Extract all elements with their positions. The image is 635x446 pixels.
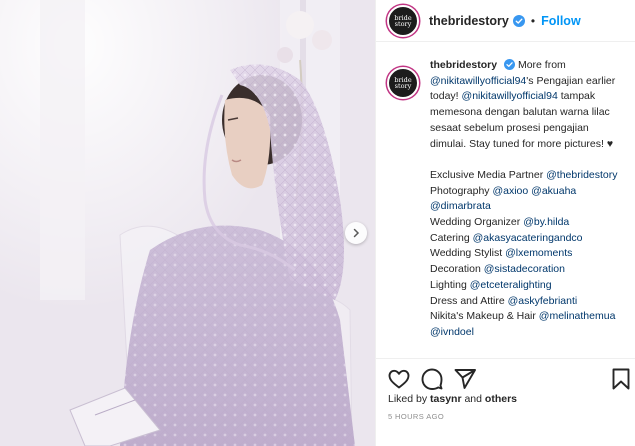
credit-label: Wedding Stylist [430,247,503,260]
caption-row: bride story thebridestory More from @nik… [387,58,635,341]
credit-line: Nikita's Makeup & Hair @melinathemua @iv… [430,309,626,340]
action-bar: Liked by tasynr and others 5 HOURS AGO [376,358,635,446]
mention-link[interactable]: @etceteralighting [470,279,552,291]
mention-link[interactable]: @akuaha [531,185,576,197]
credit-label: Dress and Attire [430,294,505,307]
comments-section[interactable]: bride story thebridestory More from @nik… [376,58,635,358]
mention-link[interactable]: @dimarbrata [430,200,491,212]
caption-username[interactable]: thebridestory [430,59,497,71]
header-username[interactable]: thebridestory [429,14,509,28]
mention-link[interactable]: @lxemoments [505,247,572,259]
credit-label: Photography [430,184,490,197]
action-icons [387,367,630,391]
caption-credits: Exclusive Media Partner @thebridestory Ph… [430,168,626,341]
carousel-next-button[interactable] [345,222,367,244]
credit-label: Nikita's Makeup & Hair [430,310,536,323]
mention-link[interactable]: @nikitawillyofficial94 [462,90,558,102]
post-timestamp[interactable]: 5 HOURS AGO [388,412,444,421]
credit-line: Wedding Stylist @lxemoments [430,246,626,262]
credit-line: Exclusive Media Partner @thebridestory [430,168,626,184]
credit-label: Exclusive Media Partner [430,168,544,181]
mention-link[interactable]: @nikitawillyofficial94 [430,75,526,87]
credit-label: Lighting [430,278,467,291]
credit-line: Decoration @sistadecoration [430,262,626,278]
credit-label: Catering [430,231,470,244]
chevron-right-icon [353,228,360,238]
liked-by-user[interactable]: tasynr [430,393,462,405]
heart-icon[interactable] [387,367,411,391]
liked-by-and: and [464,393,482,405]
follow-button[interactable]: Follow [541,14,581,28]
credit-label: Wedding Organizer [430,216,521,229]
bookmark-icon[interactable] [609,367,633,391]
post-photo[interactable] [0,0,375,446]
avatar-logo-text: bride story [394,13,412,28]
post-header: bride story thebridestory • Follow [376,0,635,42]
mention-link[interactable]: @akasyacateringandco [473,232,583,244]
comment-icon[interactable] [420,367,444,391]
caption-text: thebridestory More from @nikitawillyoffi… [430,58,626,341]
mention-link[interactable]: @sistadecoration [484,263,565,275]
liked-by-others[interactable]: others [485,393,517,405]
liked-by-prefix: Liked by [388,393,428,405]
header-separator: • [530,13,536,28]
bride-photo-illustration [0,0,375,446]
mention-link[interactable]: @thebridestory [546,169,617,181]
mention-link[interactable]: @axioo [492,185,528,197]
mention-link[interactable]: @askyfebrianti [508,295,578,307]
credit-line: Photography @axioo @akuaha @dimarbrata [430,184,626,215]
avatar[interactable]: bride story [387,4,419,37]
credit-line: Wedding Organizer @by.hilda [430,215,626,231]
verified-badge-icon [512,14,525,27]
credit-line: Lighting @etceteralighting [430,278,626,294]
caption-avatar-logo-text: bride story [394,76,412,90]
post-side-panel: bride story thebridestory • Follow bride… [375,0,635,446]
caption-text-1: More from [517,59,566,71]
caption-avatar[interactable]: bride story [387,67,419,99]
mention-link[interactable]: @ivndoel [430,326,474,338]
likes-summary: Liked by tasynr and others [388,393,517,405]
mention-link[interactable]: @by.hilda [523,216,569,228]
verified-badge-icon [504,59,516,70]
credit-line: Dress and Attire @askyfebrianti [430,294,626,310]
mention-link[interactable]: @melinathemua [539,310,616,322]
paper-plane-icon[interactable] [453,367,477,391]
credit-line: Catering @akasyacateringandco [430,231,626,247]
credit-label: Decoration [430,263,481,276]
